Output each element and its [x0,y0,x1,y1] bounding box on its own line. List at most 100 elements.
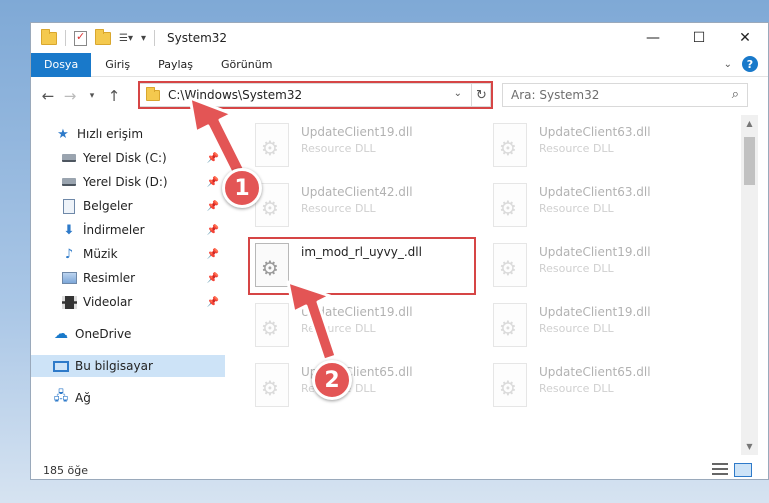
file-item[interactable]: UpdateClient63.dll Resource DLL [493,183,713,235]
step-badge-2: 2 [312,360,352,400]
file-item[interactable]: UpdateClient65.dll Resource DLL [493,363,713,415]
pin-icon[interactable]: 📌 [207,273,219,284]
file-name: UpdateClient63.dll [539,185,651,199]
folder-icon [41,28,57,45]
downloads-icon: ⬇ [63,222,75,238]
file-type: Resource DLL [301,322,376,335]
sidebar-item-label: OneDrive [75,327,132,341]
back-arrow-icon[interactable]: ← [37,87,59,105]
file-name: UpdateClient19.dll [539,305,651,319]
sidebar-item-label: Ağ [75,391,91,405]
chevron-down-icon[interactable]: ▾ [141,33,146,44]
pin-icon[interactable]: 📌 [207,201,219,212]
chevron-down-icon[interactable]: ⌄ [724,59,732,70]
view-buttons [712,463,752,477]
sidebar-item-pictures[interactable]: Resimler 📌 [31,267,225,289]
dll-file-icon [493,243,527,287]
file-name: UpdateClient65.dll [539,365,651,379]
divider [65,30,66,46]
sidebar-item-label: Hızlı erişim [77,127,144,141]
file-type: Resource DLL [539,142,614,155]
pin-icon[interactable]: 📌 [207,297,219,308]
file-item-highlighted[interactable]: im_mod_rl_uyvy_.dll [255,243,475,295]
file-name: UpdateClient63.dll [539,125,651,139]
help-icon[interactable]: ? [742,56,758,72]
scrollbar-thumb[interactable] [744,137,755,185]
recent-locations-icon[interactable]: ▾ [81,91,103,101]
address-row: ← → ▾ ↑ C:\Windows\System32 ⌄ ↻ Ara: Sys… [31,77,768,115]
sidebar-item-label: İndirmeler [83,223,145,237]
pin-icon[interactable]: 📌 [207,249,219,260]
pin-icon[interactable]: 📌 [207,225,219,236]
sidebar-item-documents[interactable]: Belgeler 📌 [31,195,225,217]
file-name: UpdateClient19.dll [301,305,413,319]
tab-file[interactable]: Dosya [31,52,92,77]
chevron-down-icon[interactable]: ⌄ [454,88,462,99]
up-arrow-icon[interactable]: ↑ [103,87,125,105]
file-item[interactable]: UpdateClient63.dll Resource DLL [493,123,713,175]
scroll-down-icon[interactable]: ▼ [741,438,758,455]
file-item[interactable]: UpdateClient19.dll Resource DLL [493,243,713,295]
step-badge-1: 1 [222,168,262,208]
file-item[interactable]: UpdateClient19.dll Resource DLL [255,123,475,175]
sidebar-item-label: Bu bilgisayar [75,359,153,373]
pin-icon[interactable]: 📌 [207,177,219,188]
file-item[interactable]: UpdateClient19.dll Resource DLL [493,303,713,355]
forward-arrow-icon[interactable]: → [59,87,81,105]
sidebar-item-this-pc[interactable]: Bu bilgisayar [31,355,225,377]
search-input[interactable]: Ara: System32 ⌕ [502,83,748,107]
sidebar-item-label: Yerel Disk (D:) [83,175,168,189]
dll-file-icon [493,363,527,407]
sidebar-item-music[interactable]: ♪ Müzik 📌 [31,243,225,265]
tiles-view-icon[interactable] [734,463,752,477]
sidebar-item-local-disk-c[interactable]: Yerel Disk (C:) 📌 [31,147,225,169]
file-item[interactable]: UpdateClient42.dll Resource DLL [255,183,475,235]
minimize-button[interactable]: — [630,23,676,53]
explorer-window: ☰▾ ▾ System32 — ☐ ✕ Dosya Giriş Paylaş G… [30,22,769,480]
sidebar-item-quick-access[interactable]: ★ Hızlı erişim [31,123,225,145]
file-type: Resource DLL [539,382,614,395]
tab-home[interactable]: Giriş [91,53,144,77]
network-icon: 🖧 [53,389,69,404]
sidebar-item-label: Belgeler [83,199,133,213]
file-item[interactable]: UpdateClient65.dll Resource DLL [255,363,475,415]
computer-icon [53,358,69,374]
customize-icon[interactable]: ☰▾ [119,33,133,44]
properties-icon[interactable] [74,30,87,46]
dll-file-icon [255,123,289,167]
pictures-icon [61,270,77,286]
sidebar-item-downloads[interactable]: ⬇ İndirmeler 📌 [31,219,225,241]
address-bar[interactable]: C:\Windows\System32 ⌄ [139,83,491,107]
sidebar-item-label: Müzik [83,247,118,261]
status-bar: 185 öğe [31,459,768,479]
ribbon: Dosya Giriş Paylaş Görünüm ⌄ ? [31,52,768,77]
ribbon-right: ⌄ ? [724,56,758,72]
close-button[interactable]: ✕ [722,23,768,53]
search-icon[interactable]: ⌕ [732,87,739,102]
onedrive-icon: ☁ [54,326,68,342]
sidebar-item-videos[interactable]: Videolar 📌 [31,291,225,313]
vertical-scrollbar[interactable]: ▲ ▼ [741,115,758,455]
dll-file-icon [255,243,289,287]
sidebar-item-local-disk-d[interactable]: Yerel Disk (D:) 📌 [31,171,225,193]
folder-icon [146,86,160,101]
tab-share[interactable]: Paylaş [144,53,207,77]
details-view-icon[interactable] [712,463,728,475]
scroll-up-icon[interactable]: ▲ [741,115,758,132]
dll-file-icon [493,303,527,347]
navigation-pane: ★ Hızlı erişim Yerel Disk (C:) 📌 Yerel D… [31,115,225,455]
file-name: UpdateClient19.dll [301,125,413,139]
pin-icon[interactable]: 📌 [207,153,219,164]
tab-view[interactable]: Görünüm [207,53,286,77]
dll-file-icon [493,123,527,167]
new-folder-icon[interactable] [95,28,111,45]
search-placeholder: Ara: System32 [511,88,600,102]
refresh-icon[interactable]: ↻ [471,83,491,107]
maximize-button[interactable]: ☐ [676,23,722,53]
sidebar-item-network[interactable]: 🖧 Ağ [31,387,225,409]
file-name: im_mod_rl_uyvy_.dll [301,245,422,259]
file-type: Resource DLL [539,322,614,335]
file-item[interactable]: UpdateClient19.dll Resource DLL [255,303,475,355]
file-name: UpdateClient42.dll [301,185,413,199]
sidebar-item-onedrive[interactable]: ☁ OneDrive [31,323,225,345]
